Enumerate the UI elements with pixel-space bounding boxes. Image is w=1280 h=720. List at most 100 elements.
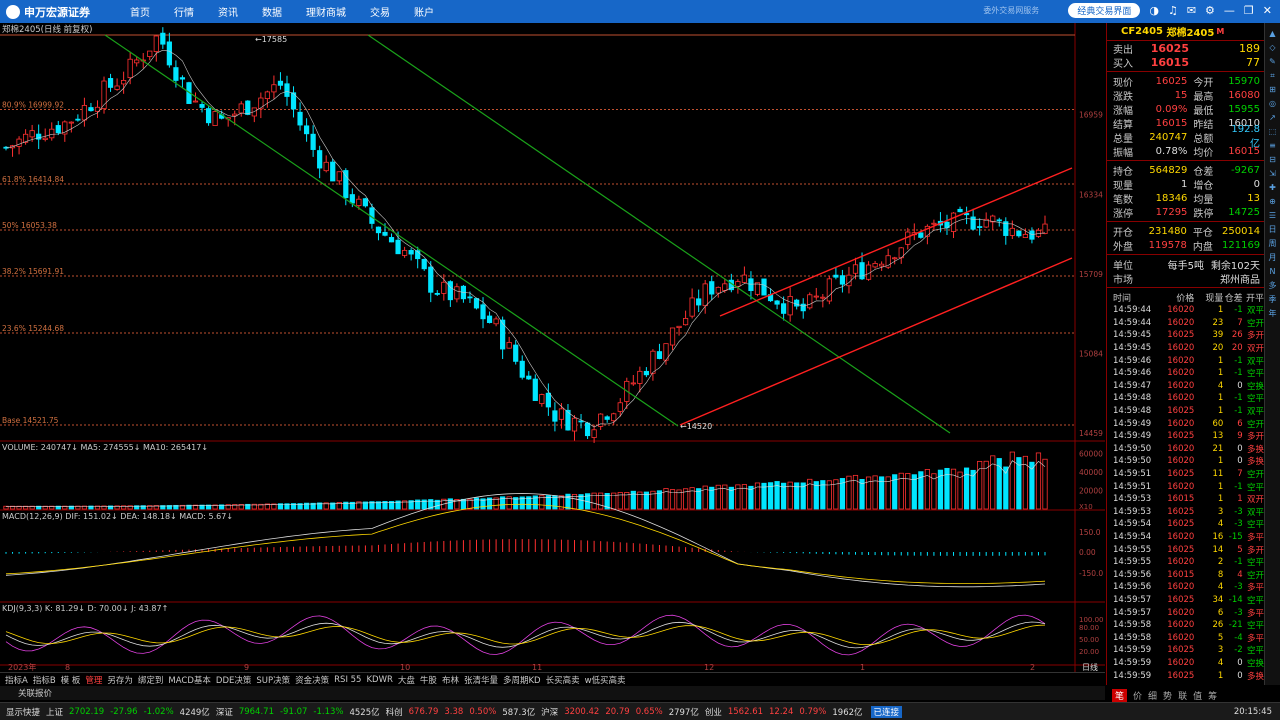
menu-item-1[interactable]: 行情 <box>174 4 194 19</box>
link-quote-tab[interactable]: 关联报价 <box>18 687 52 699</box>
menu-item-5[interactable]: 交易 <box>370 4 390 19</box>
candle-body <box>957 208 963 213</box>
tool-button-16[interactable]: 月 <box>1269 253 1277 263</box>
indicator-tab-6[interactable]: MACD基本 <box>168 674 210 686</box>
kline-chart-area[interactable]: 郑棉2405(日线 前复权) 80.9% 16999.92 61.8% 16414.… <box>0 23 1105 685</box>
tick-oi-change: 1 <box>1237 494 1243 505</box>
tick-price: 16020 <box>1167 305 1195 316</box>
candle-body <box>121 79 127 85</box>
tick-row: 14:59:54 16020 16 -15 多平 <box>1107 531 1264 544</box>
indicator-tab-3[interactable]: 管理 <box>85 674 102 686</box>
indicator-tab-7[interactable]: DDE决策 <box>216 674 251 686</box>
menu-item-4[interactable]: 理财商城 <box>306 4 346 19</box>
tick-row: 14:59:53 16025 3 -3 双平 <box>1107 506 1264 519</box>
quote-tab-1[interactable]: 价 <box>1133 689 1142 702</box>
tool-button-11[interactable]: ✚ <box>1269 183 1276 193</box>
menu-item-0[interactable]: 首页 <box>130 4 150 19</box>
stat-value: 15970 <box>1228 75 1260 87</box>
stat-label: 增仓 <box>1193 180 1214 192</box>
quote-tab-3[interactable]: 势 <box>1163 689 1172 702</box>
candle-body <box>970 216 976 230</box>
tool-button-2[interactable]: ✎ <box>1269 57 1276 67</box>
indicator-tab-4[interactable]: 另存为 <box>107 674 133 686</box>
candle-body <box>192 100 199 103</box>
indicator-tab-16[interactable]: 多周期KD <box>503 674 541 686</box>
buy-price: 16015 <box>1150 55 1189 69</box>
mail-icon[interactable]: ✉ <box>1187 4 1196 17</box>
tick-type: 空平 <box>1246 520 1264 531</box>
indicator-tab-2[interactable]: 模 板 <box>61 674 81 686</box>
quote-tab-0[interactable]: 笔 <box>1112 688 1128 702</box>
tool-button-9[interactable]: ⊟ <box>1269 155 1276 165</box>
menu-item-3[interactable]: 数据 <box>262 4 282 19</box>
indicator-tab-5[interactable]: 绑定到 <box>138 674 164 686</box>
fib-label: 38.2% 15691.91 <box>2 267 64 276</box>
volume-axis-label: 60000 <box>1079 450 1103 459</box>
quote-tab-2[interactable]: 细 <box>1148 689 1157 702</box>
headset-icon[interactable]: ♫ <box>1168 4 1178 17</box>
indicator-tab-0[interactable]: 指标A <box>5 674 28 686</box>
period-label[interactable]: 日线 <box>1082 662 1098 672</box>
tick-row: 14:59:49 16025 13 9 多开 <box>1107 430 1264 443</box>
quote-tab-6[interactable]: 筹 <box>1208 689 1217 702</box>
menu-item-6[interactable]: 账户 <box>414 4 434 19</box>
indicator-tab-17[interactable]: 长买高卖 <box>546 674 580 686</box>
classic-trade-button[interactable]: 经典交易界面 <box>1068 3 1141 18</box>
restore-icon[interactable]: ❐ <box>1244 4 1254 17</box>
tool-button-15[interactable]: 周 <box>1269 239 1277 249</box>
kdj-axis-label: 80.00 <box>1079 624 1099 632</box>
tool-button-7[interactable]: ⬚ <box>1269 127 1277 137</box>
tick-volume: 26 <box>1212 620 1224 631</box>
tool-button-14[interactable]: 日 <box>1269 225 1277 235</box>
stat-value: 18346 <box>1155 192 1188 204</box>
status-item: 7964.71 <box>238 706 274 717</box>
stat-value: 15 <box>1174 89 1188 101</box>
tool-button-18[interactable]: 多 <box>1269 281 1277 291</box>
tick-list[interactable]: 14:59:44 16020 1 -1 双平 14:59:44 16020 23 7 空开 14:5… <box>1107 304 1264 682</box>
tool-button-6[interactable]: ↗ <box>1269 113 1276 123</box>
close-icon[interactable]: ✕ <box>1263 4 1272 17</box>
tick-volume: 3 <box>1217 645 1224 656</box>
tool-button-8[interactable]: ≡ <box>1269 141 1276 151</box>
menu-item-2[interactable]: 资讯 <box>218 4 238 19</box>
status-item: 0.50% <box>469 706 497 717</box>
tick-price: 16015 <box>1167 569 1195 580</box>
indicator-tab-1[interactable]: 指标B <box>33 674 56 686</box>
kline-chart-svg[interactable]: 郑棉2405(日线 前复权) 80.9% 16999.92 61.8% 16414.… <box>0 23 1105 672</box>
tool-button-4[interactable]: ⊞ <box>1269 85 1276 95</box>
tool-button-3[interactable]: ⌗ <box>1270 71 1275 81</box>
tick-volume: 1 <box>1217 406 1224 417</box>
indicator-tab-9[interactable]: 资金决策 <box>295 674 329 686</box>
minimize-icon[interactable]: — <box>1224 4 1235 17</box>
indicator-tab-14[interactable]: 布林 <box>442 674 459 686</box>
candle-body <box>741 274 748 283</box>
quote-tab-5[interactable]: 值 <box>1193 689 1202 702</box>
indicator-tab-8[interactable]: SUP决策 <box>256 674 290 686</box>
indicator-tab-15[interactable]: 张清华量 <box>464 674 498 686</box>
indicator-tab-18[interactable]: w低买高卖 <box>585 674 626 686</box>
candle-body <box>807 294 813 309</box>
indicator-tab-11[interactable]: KDWR <box>366 675 392 685</box>
candle-body <box>134 59 140 64</box>
tool-button-10[interactable]: ⇲ <box>1269 169 1276 179</box>
tool-button-17[interactable]: N <box>1270 267 1276 277</box>
tool-button-5[interactable]: ◎ <box>1269 99 1276 109</box>
indicator-tab-10[interactable]: RSI 55 <box>334 675 361 685</box>
kdj-axis-label: 100.00 <box>1079 616 1104 624</box>
indicator-tab-13[interactable]: 牛股 <box>420 674 437 686</box>
quote-tab-4[interactable]: 联 <box>1178 689 1187 702</box>
tool-button-0[interactable]: ▲ <box>1269 29 1275 39</box>
tool-button-19[interactable]: 季 <box>1269 295 1277 305</box>
indicator-tab-12[interactable]: 大盘 <box>398 674 415 686</box>
tool-button-13[interactable]: ☰ <box>1269 211 1276 221</box>
candle-body <box>500 319 506 350</box>
tick-row: 14:59:58 16020 5 -4 多平 <box>1107 631 1264 644</box>
stat-label: 涨停 <box>1113 208 1133 220</box>
skin-icon[interactable]: ◑ <box>1149 4 1159 17</box>
stat-label: 内盘 <box>1192 241 1213 253</box>
tool-button-12[interactable]: ⊕ <box>1269 197 1276 207</box>
tool-button-1[interactable]: ◇ <box>1269 43 1275 53</box>
tool-button-20[interactable]: 年 <box>1269 309 1277 319</box>
chart-bg <box>0 23 1105 672</box>
settings-icon[interactable]: ⚙ <box>1205 4 1215 17</box>
